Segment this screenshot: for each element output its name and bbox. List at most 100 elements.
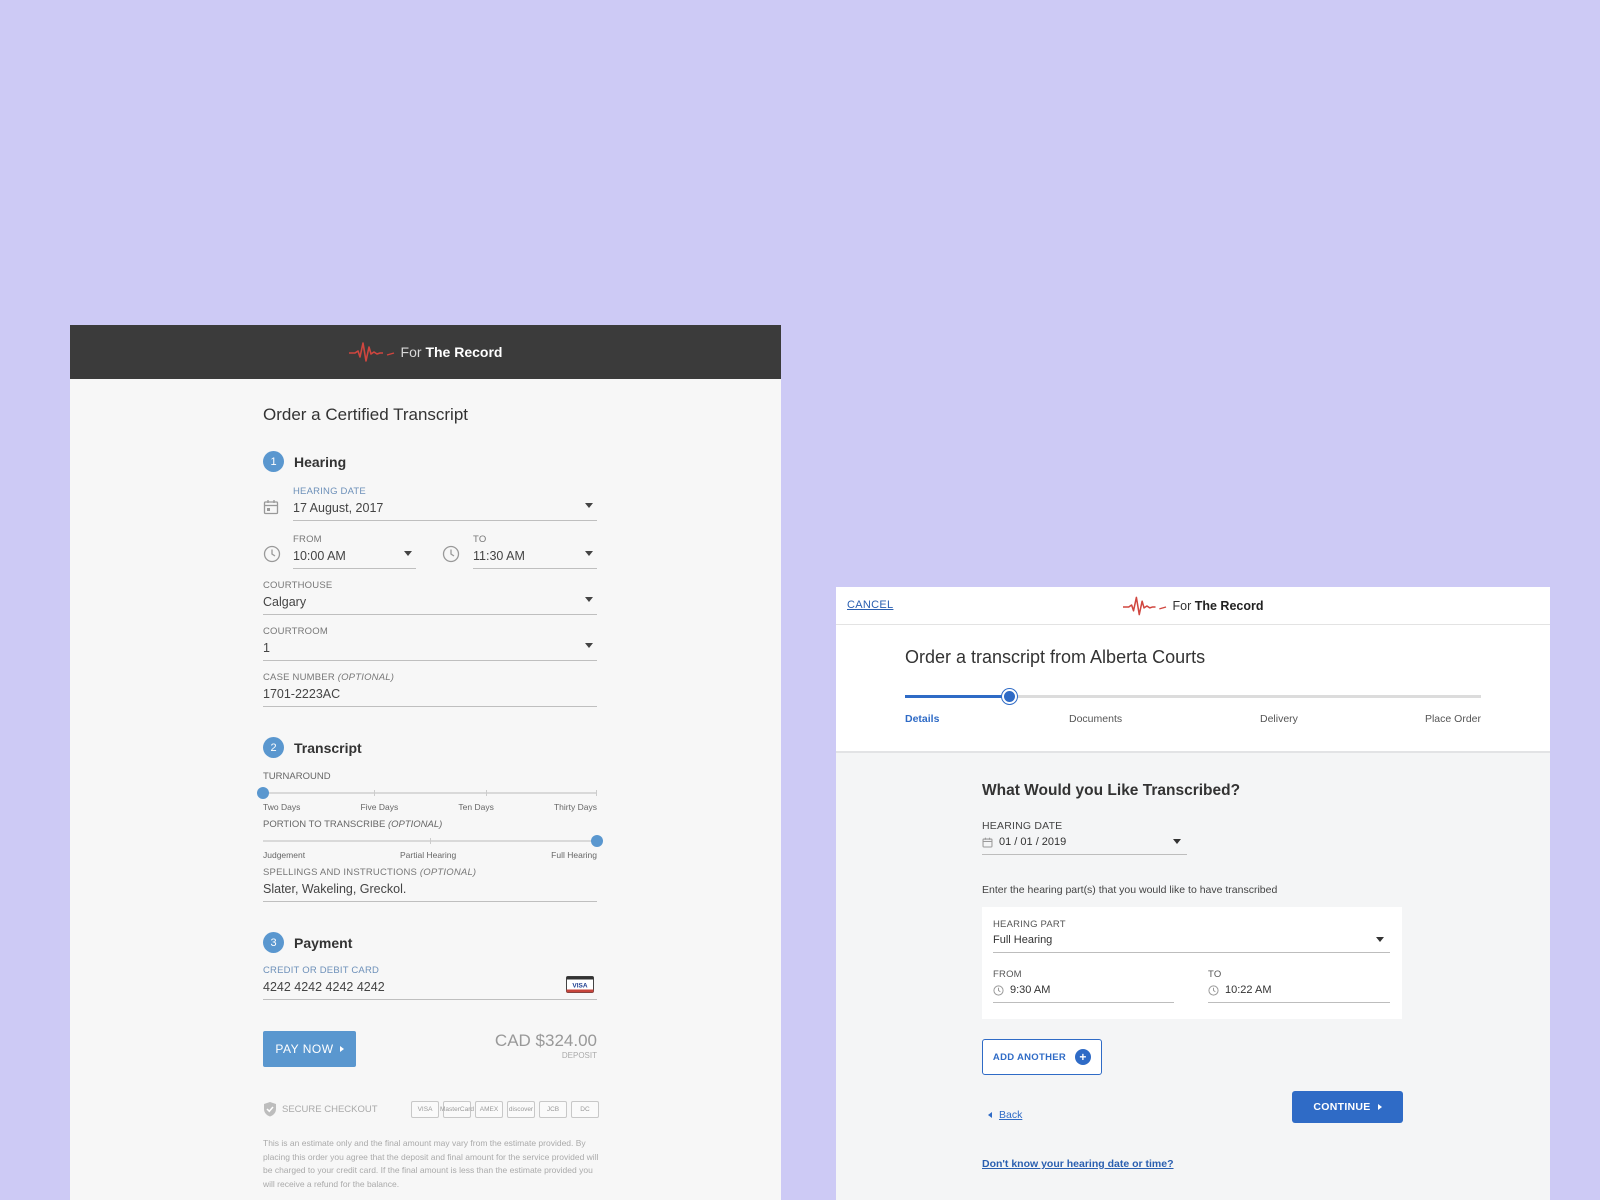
- clock-icon: [263, 545, 281, 563]
- slider-tick: [430, 838, 431, 844]
- estimate-disclaimer: This is an estimate only and the final a…: [263, 1138, 599, 1189]
- add-another-label: ADD ANOTHER: [992, 1051, 1067, 1063]
- hearing-date-label: HEARING DATE: [293, 486, 366, 497]
- right-header: CANCEL For The Record Order a transcript…: [836, 587, 1550, 753]
- portion-slider-handle[interactable]: [591, 835, 603, 847]
- order-progress-bar: [905, 689, 1481, 704]
- calendar-icon: [982, 837, 993, 847]
- courthouse-value: Calgary: [263, 595, 307, 609]
- slider-tick: [486, 790, 487, 796]
- amex-logo-icon: AMEX: [475, 1101, 503, 1118]
- portion-options: Judgement Partial Hearing Full Hearing: [263, 850, 597, 860]
- to-value: 11:30 AM: [473, 549, 525, 563]
- spellings-field[interactable]: SPELLINGS AND INSTRUCTIONS (OPTIONAL) Sl…: [263, 867, 597, 902]
- chevron-down-icon: [404, 551, 412, 556]
- step-label: Hearing: [294, 453, 347, 470]
- courtroom-select[interactable]: COURTROOM 1: [263, 626, 597, 661]
- step-hearing-heading: 1 Hearing: [263, 451, 346, 472]
- step-number: 2: [263, 737, 284, 758]
- progress-marker: [1001, 689, 1017, 704]
- step-number: 1: [263, 451, 284, 472]
- card-number-field[interactable]: CREDIT OR DEBIT CARD 4242 4242 4242 4242…: [263, 965, 597, 1000]
- from-time-field[interactable]: FROM 10:00 AM: [293, 534, 416, 569]
- to-time-field[interactable]: TO 10:22 AM: [1208, 969, 1390, 1003]
- step-transcript-heading: 2 Transcript: [263, 737, 362, 758]
- card-label: CREDIT OR DEBIT CARD: [263, 965, 380, 976]
- portion-option[interactable]: Judgement: [263, 850, 305, 860]
- turnaround-option[interactable]: Five Days: [360, 802, 398, 812]
- courthouse-select[interactable]: COURTHOUSE Calgary: [263, 580, 597, 615]
- hearing-part-value: Full Hearing: [993, 934, 1053, 946]
- plus-icon: +: [1075, 1049, 1092, 1065]
- brand-logo[interactable]: For The Record: [348, 341, 503, 363]
- chevron-left-icon: [988, 1112, 992, 1118]
- discover-logo-icon: discover: [507, 1101, 535, 1118]
- jcb-logo-icon: JCB: [539, 1101, 567, 1118]
- hearing-date-field[interactable]: HEARING DATE 01 / 01 / 2019: [982, 820, 1187, 855]
- turnaround-options: Two Days Five Days Ten Days Thirty Days: [263, 802, 597, 812]
- step-payment-heading: 3 Payment: [263, 932, 352, 953]
- turnaround-option[interactable]: Ten Days: [458, 802, 493, 812]
- from-value: 10:00 AM: [293, 549, 346, 563]
- shield-icon: [264, 1102, 276, 1117]
- chevron-right-icon: [1377, 1104, 1382, 1110]
- step-documents[interactable]: Documents: [1069, 713, 1122, 725]
- step-delivery[interactable]: Delivery: [1260, 713, 1298, 725]
- to-label: TO: [473, 534, 487, 545]
- step-number: 3: [263, 932, 284, 953]
- calendar-icon: [263, 500, 279, 515]
- case-number-label: CASE NUMBER (OPTIONAL): [263, 672, 395, 683]
- hearing-date-label: HEARING DATE: [982, 820, 1063, 832]
- hearing-date-field[interactable]: HEARING DATE 17 August, 2017: [293, 486, 597, 521]
- chevron-down-icon: [585, 503, 593, 508]
- turnaround-slider[interactable]: [257, 787, 597, 799]
- portion-slider[interactable]: [263, 835, 603, 847]
- turnaround-option[interactable]: Two Days: [263, 802, 300, 812]
- hearing-date-value: 01 / 01 / 2019: [982, 836, 1187, 854]
- slider-tick: [374, 790, 375, 796]
- spellings-value: Slater, Wakeling, Greckol.: [263, 882, 407, 896]
- turnaround-slider-handle[interactable]: [257, 787, 269, 799]
- unknown-date-link[interactable]: Don't know your hearing date or time?: [982, 1158, 1174, 1170]
- deposit-amount: CAD $324.00 DEPOSIT: [495, 1031, 597, 1060]
- to-time-field[interactable]: TO 11:30 AM: [473, 534, 597, 569]
- portion-option[interactable]: Full Hearing: [551, 850, 597, 860]
- add-another-button[interactable]: ADD ANOTHER +: [982, 1039, 1102, 1075]
- top-bar: CANCEL For The Record: [836, 587, 1550, 625]
- hearing-part-select[interactable]: HEARING PART Full Hearing: [993, 919, 1390, 953]
- amount-caption: DEPOSIT: [561, 1051, 597, 1060]
- step-label: Payment: [294, 934, 353, 951]
- courthouse-label: COURTHOUSE: [263, 580, 333, 591]
- step-place-order[interactable]: Place Order: [1425, 713, 1481, 725]
- secure-checkout: SECURE CHECKOUT: [263, 1101, 378, 1117]
- turnaround-option[interactable]: Thirty Days: [554, 802, 597, 812]
- left-header: For The Record: [70, 325, 781, 379]
- svg-text:VISA: VISA: [572, 983, 587, 990]
- from-time-field[interactable]: FROM 9:30 AM: [993, 969, 1174, 1003]
- slider-tick: [596, 790, 597, 796]
- to-label: TO: [1208, 969, 1222, 980]
- pay-now-label: PAY NOW: [275, 1042, 334, 1056]
- hearing-part-label: HEARING PART: [993, 919, 1066, 930]
- from-value: 9:30 AM: [993, 984, 1174, 1002]
- clock-icon: [993, 984, 1004, 996]
- portion-option[interactable]: Partial Hearing: [400, 850, 456, 860]
- from-label: FROM: [293, 534, 322, 545]
- card-number-value: 4242 4242 4242 4242: [263, 980, 385, 994]
- accepted-cards: VISA MasterCard AMEX discover JCB DC: [411, 1101, 599, 1118]
- courtroom-value: 1: [263, 641, 270, 655]
- continue-button[interactable]: CONTINUE: [1292, 1091, 1403, 1123]
- brand-name: For The Record: [400, 344, 503, 360]
- cancel-link[interactable]: CANCEL: [847, 599, 893, 611]
- waveform-logo-icon: [1122, 596, 1166, 615]
- step-details[interactable]: Details: [905, 713, 939, 725]
- brand-logo[interactable]: For The Record: [1122, 595, 1264, 617]
- pay-now-button[interactable]: PAY NOW: [263, 1031, 356, 1067]
- back-link[interactable]: Back: [988, 1109, 1022, 1121]
- case-number-field[interactable]: CASE NUMBER (OPTIONAL) 1701-2223AC: [263, 672, 597, 707]
- from-label: FROM: [993, 969, 1022, 980]
- section-title: What Would you Like Transcribed?: [982, 782, 1241, 799]
- chevron-right-icon: [339, 1046, 344, 1052]
- clock-icon: [442, 545, 460, 563]
- chevron-down-icon: [585, 643, 593, 648]
